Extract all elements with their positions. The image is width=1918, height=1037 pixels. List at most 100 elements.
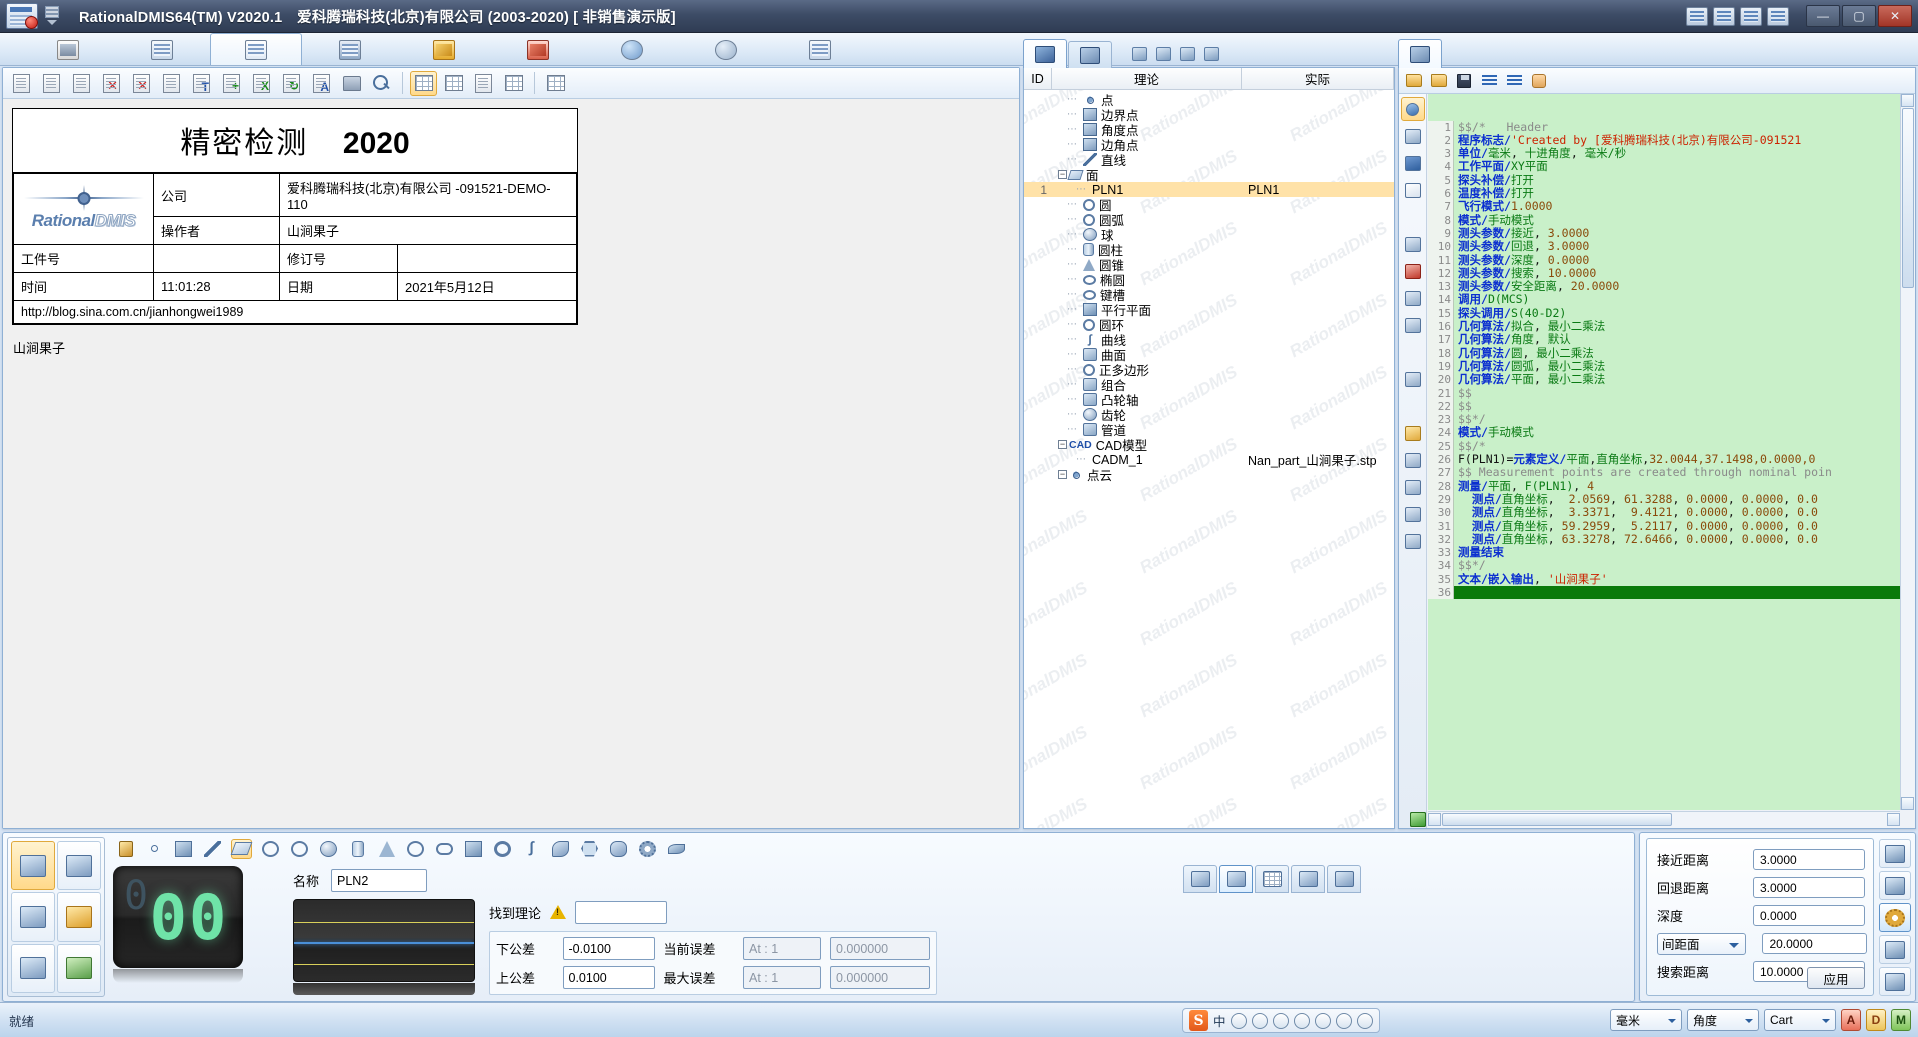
indent-button[interactable] [1503, 70, 1525, 91]
torus-button[interactable] [492, 839, 513, 859]
jump-button[interactable] [1401, 313, 1425, 337]
app-icon[interactable] [6, 3, 38, 29]
save-report-button[interactable] [68, 71, 95, 96]
keyboard-icon[interactable] [1293, 1012, 1310, 1029]
refresh-button[interactable]: ↻ [278, 71, 305, 96]
tab-printer[interactable] [22, 33, 114, 65]
code-line[interactable]: 20 几何算法/平面, 最小二乘法 [1428, 373, 1915, 387]
cylinder-button[interactable] [347, 839, 368, 859]
polygon-button[interactable] [579, 839, 600, 859]
print-button[interactable] [338, 71, 365, 96]
layout-button[interactable] [500, 71, 527, 96]
stop-button[interactable] [1401, 259, 1425, 283]
monitor-icon[interactable] [1686, 6, 1708, 26]
arrow-left-button[interactable] [1401, 448, 1425, 472]
export-button[interactable] [440, 71, 467, 96]
plane-button[interactable] [230, 838, 253, 859]
tree-expand-toggle[interactable]: − [1058, 470, 1067, 479]
unit-select[interactable]: 毫米 [1610, 1009, 1682, 1031]
save-button[interactable] [1453, 70, 1475, 91]
code-line[interactable]: 34 $$*/ [1428, 559, 1915, 573]
cone-button[interactable] [376, 839, 397, 859]
code-line[interactable]: 2 程序标志/'Created by [爱科腾瑞科技(北京)有限公司-091521 [1428, 133, 1915, 148]
font-button[interactable]: A [308, 71, 335, 96]
approach-distance-input[interactable]: 3.0000 [1753, 849, 1865, 870]
note-button[interactable] [1401, 367, 1425, 391]
mode-line-button[interactable] [57, 841, 101, 891]
undo-button[interactable] [158, 71, 185, 96]
tree-row[interactable]: − 面 [1024, 167, 1394, 183]
arc-button[interactable] [289, 839, 310, 859]
lower-tol-input[interactable]: -0.0100 [562, 937, 655, 960]
tab-ellipse[interactable] [680, 33, 772, 65]
curve-button[interactable]: ∫ [521, 839, 542, 859]
table-button[interactable] [542, 71, 569, 96]
ime-mode-label[interactable]: 中 [1213, 1011, 1226, 1030]
code-line[interactable]: 36 [1428, 585, 1915, 600]
minimize-button[interactable]: — [1806, 5, 1840, 27]
mode-axis-button[interactable] [11, 943, 55, 993]
tab-graph-view[interactable] [1219, 865, 1253, 893]
code-line[interactable]: 28 测量/平面, F(PLN1), 4 [1428, 479, 1915, 493]
toolbox-icon[interactable] [1314, 1012, 1331, 1029]
gear-button[interactable] [637, 839, 658, 859]
insert-command-button[interactable] [1401, 124, 1425, 148]
code-line[interactable]: 1 $$/* Header [1428, 120, 1915, 134]
scroll-thumb-v[interactable] [1902, 108, 1914, 288]
code-line[interactable]: 17 几何算法/角度, 默认 [1428, 333, 1915, 347]
tab-geometry[interactable] [398, 33, 490, 65]
play-green-button[interactable] [1401, 340, 1426, 827]
sphere-button[interactable] [318, 839, 339, 859]
edge-point-button[interactable] [173, 839, 194, 859]
page-button[interactable] [470, 71, 497, 96]
code-line[interactable]: 35 文本/嵌入输出, '山涧果子' [1428, 572, 1915, 586]
tab-sphere[interactable] [586, 33, 678, 65]
scroll-down-arrow[interactable] [1901, 797, 1914, 810]
parallel-plane-button[interactable] [463, 839, 484, 859]
code-line[interactable]: 4 工作平面/XY平面 [1428, 160, 1915, 174]
code-line[interactable]: 10 测头参数/回退, 3.0000 [1428, 240, 1915, 254]
circle-button[interactable] [260, 839, 281, 859]
panel-icon[interactable] [1356, 1012, 1373, 1029]
code-line[interactable]: 11 测头参数/深度, 0.0000 [1428, 253, 1915, 267]
slot-button[interactable] [434, 839, 455, 859]
code-line[interactable]: 8 模式/手动模式 [1428, 213, 1915, 227]
collapse-all-button[interactable] [1176, 43, 1198, 65]
text-item-button[interactable]: T [188, 71, 215, 96]
scroll-up-arrow[interactable] [1901, 94, 1914, 107]
code-line[interactable]: 6 温度补偿/打开 [1428, 187, 1915, 201]
close-button[interactable]: ✕ [1878, 5, 1912, 27]
code-line[interactable]: 32 测点/直角坐标, 63.3278, 72.6466, 0.0000, 0.… [1428, 532, 1915, 547]
settings-button[interactable] [1401, 421, 1425, 445]
code-line[interactable]: 13 测头参数/安全距离, 20.0000 [1428, 280, 1915, 294]
code-vertical-scrollbar[interactable] [1900, 94, 1915, 810]
code-line[interactable]: 3 单位/毫米, 十进角度, 毫米/秒 [1428, 147, 1915, 161]
mode-probe-button[interactable] [11, 892, 55, 942]
apply-button[interactable]: 应用 [1807, 967, 1865, 989]
depth-input[interactable]: 0.0000 [1753, 905, 1865, 926]
open-button[interactable] [1403, 70, 1425, 91]
mode-calibrate-button[interactable] [57, 892, 101, 942]
tab-cad-tree[interactable] [1068, 41, 1112, 68]
tab-document[interactable] [116, 33, 208, 65]
scroll-right-arrow[interactable] [1887, 813, 1900, 826]
filter-button[interactable] [1128, 43, 1150, 65]
grid-view-button[interactable] [410, 70, 437, 96]
outdent-button[interactable] [1478, 70, 1500, 91]
measure-tool-button[interactable] [1879, 935, 1911, 964]
tab-code-editor[interactable] [1398, 39, 1442, 68]
check-button[interactable] [1401, 394, 1426, 827]
code-line[interactable]: 33 测量结束 [1428, 546, 1915, 560]
run-button[interactable] [1401, 205, 1426, 827]
code-line[interactable]: 16 几何算法/拟合, 最小二乘法 [1428, 320, 1915, 334]
ellipse-button[interactable] [405, 839, 426, 859]
scroll-thumb-h[interactable] [1442, 813, 1672, 826]
tab-report[interactable] [210, 33, 302, 65]
tab-table-view[interactable] [1255, 865, 1289, 893]
delete-button[interactable]: ✕ [98, 71, 125, 96]
code-text-area[interactable]: 1 $$/* Header 2 程序标志/'Created by [爱科腾瑞科技(北京… [1428, 94, 1915, 810]
code-horizontal-scrollbar[interactable] [1428, 811, 1900, 828]
split-button[interactable] [1401, 529, 1425, 553]
pin-button[interactable] [1400, 97, 1425, 121]
machine-button[interactable] [1879, 839, 1911, 868]
